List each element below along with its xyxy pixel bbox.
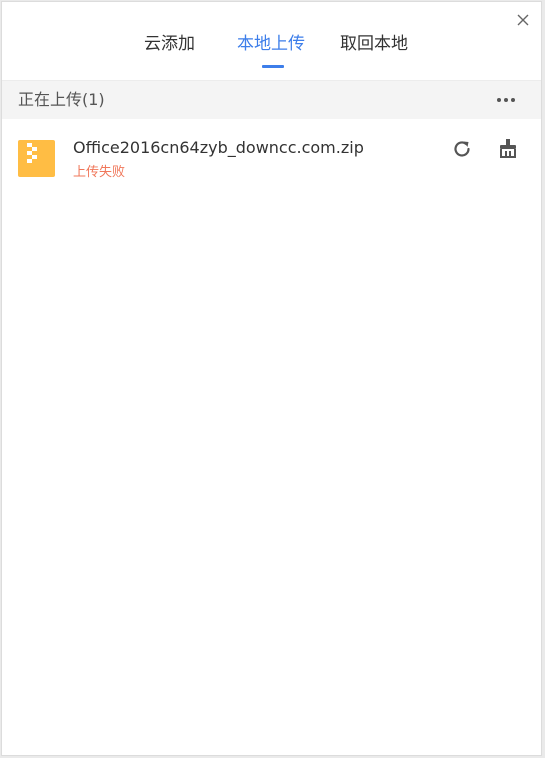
zip-file-icon — [18, 140, 55, 177]
upload-manager-window: 云添加 本地上传 取回本地 正在上传(1) Office2016cn64zyb_… — [1, 1, 542, 756]
tab-bar: 云添加 本地上传 取回本地 — [2, 32, 541, 72]
close-button[interactable] — [515, 12, 531, 28]
active-tab-indicator — [262, 65, 284, 68]
tab-cloud-add[interactable]: 云添加 — [144, 32, 195, 56]
clear-button[interactable] — [497, 137, 519, 159]
retry-icon — [454, 141, 470, 157]
more-dot-icon — [511, 98, 515, 102]
uploading-section-header: 正在上传(1) — [2, 80, 541, 119]
tab-retrieve-local[interactable]: 取回本地 — [340, 32, 408, 56]
list-item: Office2016cn64zyb_downcc.com.zip 上传失败 — [2, 118, 541, 190]
file-name: Office2016cn64zyb_downcc.com.zip — [73, 138, 364, 157]
more-options-button[interactable] — [495, 91, 517, 109]
upload-status: 上传失败 — [73, 165, 126, 180]
retry-button[interactable] — [451, 138, 473, 160]
more-dot-icon — [497, 98, 501, 102]
section-title: 正在上传(1) — [18, 90, 105, 109]
close-icon — [517, 14, 529, 26]
more-dot-icon — [504, 98, 508, 102]
tab-local-upload[interactable]: 本地上传 — [237, 32, 305, 56]
clear-icon — [500, 139, 516, 158]
